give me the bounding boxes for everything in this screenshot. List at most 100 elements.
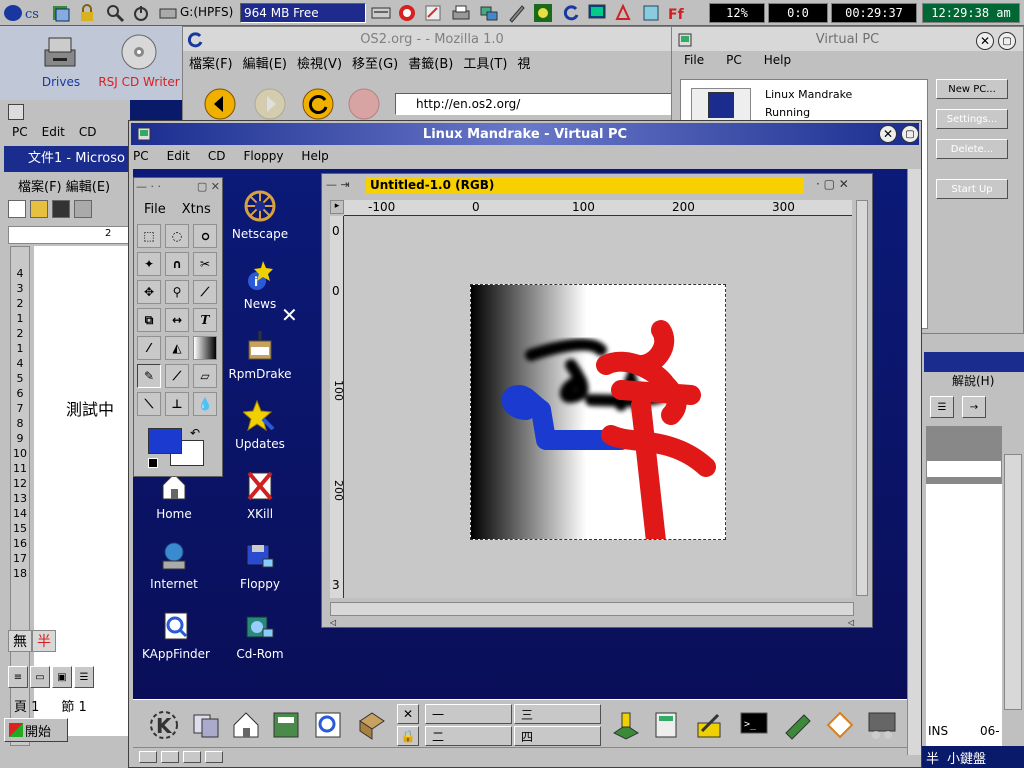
control-center-icon[interactable] <box>269 708 303 742</box>
firefox-icon[interactable]: Ff <box>666 2 688 24</box>
word-menu-edit2[interactable]: 編輯(E) <box>66 180 110 195</box>
mozilla-menu-more[interactable]: 視 <box>517 53 530 77</box>
word-menu-pc[interactable]: PC <box>12 125 28 139</box>
desktop-4[interactable]: 四 <box>514 726 601 746</box>
bezier-icon[interactable]: ∩ <box>165 252 189 276</box>
image-window-title[interactable]: Untitled-1.0 (RGB) <box>366 177 804 194</box>
reload-icon[interactable] <box>301 87 335 121</box>
scissors-icon[interactable]: ✂ <box>193 252 217 276</box>
mail-panel-icon[interactable] <box>781 708 815 742</box>
panel-lock-icon[interactable]: 🔒 <box>397 726 419 746</box>
desktop-3[interactable]: 三 <box>514 704 601 724</box>
linux-menu-edit[interactable]: Edit <box>167 149 190 163</box>
game-icon[interactable] <box>532 2 554 24</box>
mozilla-title[interactable]: OS2.org - - Mozilla 1.0 <box>183 27 681 51</box>
updates-desktop-icon[interactable]: Updates <box>225 399 295 451</box>
url-field[interactable]: http://en.os2.org/ <box>395 93 681 115</box>
mozilla-menu-view[interactable]: 檢視(V) <box>297 53 342 77</box>
vpc-manager-title[interactable]: Virtual PC <box>672 27 1023 51</box>
vpcm-menu-pc[interactable]: PC <box>726 53 742 67</box>
taskbar-button-icon[interactable] <box>205 750 223 763</box>
word-page[interactable]: 測試中 <box>34 246 130 736</box>
crop-icon[interactable]: ⟋ <box>193 280 217 304</box>
find-icon[interactable] <box>104 2 126 24</box>
browser-panel-icon[interactable] <box>823 708 857 742</box>
ellipse-select-icon[interactable]: ◌ <box>165 224 189 248</box>
acrobat-icon[interactable] <box>612 2 634 24</box>
calculator-panel-icon[interactable] <box>649 708 683 742</box>
word-doc-title[interactable]: 文件1 - Microso <box>4 146 130 172</box>
canvas-area[interactable] <box>344 216 852 598</box>
window-list-panel-icon[interactable] <box>189 708 223 742</box>
print-icon[interactable] <box>74 200 92 218</box>
rect-select-icon[interactable]: ⬚ <box>137 224 161 248</box>
forward-icon[interactable] <box>253 87 287 121</box>
linux-close-icon[interactable]: ✕ <box>879 125 897 143</box>
word-window-icon[interactable] <box>8 104 24 120</box>
vpcm-menu-file[interactable]: File <box>684 53 704 67</box>
image-window-menu-icon[interactable]: — ⇥ <box>326 178 350 191</box>
vpcm-menu-help[interactable]: Help <box>764 53 791 67</box>
eraser-icon[interactable]: ▱ <box>193 364 217 388</box>
desktop-1[interactable]: 一 <box>425 704 512 724</box>
start-up-button[interactable]: Start Up <box>936 179 1008 199</box>
desktop-2[interactable]: 二 <box>425 726 512 746</box>
network-icon[interactable] <box>478 2 500 24</box>
internet-desktop-icon[interactable]: Internet <box>139 539 209 591</box>
rpmdrake-desktop-icon[interactable]: RpmDrake <box>225 329 295 381</box>
editor-panel-icon[interactable] <box>693 708 727 742</box>
toolbox-menu-icon[interactable]: — · · <box>136 180 161 196</box>
printer-icon[interactable] <box>450 2 472 24</box>
image-horizontal-scrollbar[interactable] <box>330 602 854 616</box>
xkill-desktop-icon[interactable]: XKill <box>225 469 295 521</box>
indent-icon[interactable]: → <box>962 396 986 418</box>
mozilla-menu-tools[interactable]: 工具(T) <box>463 53 507 77</box>
panel-close-icon[interactable]: ✕ <box>397 704 419 724</box>
window-list-icon[interactable] <box>50 2 72 24</box>
right-scrollbar[interactable] <box>1004 454 1022 710</box>
move-icon[interactable]: ✥ <box>137 280 161 304</box>
ruler-corner-icon[interactable]: ▸ <box>330 200 344 214</box>
drive-label[interactable]: G:(HPFS) <box>180 5 233 19</box>
blend-icon[interactable] <box>193 336 217 360</box>
k-menu-icon[interactable]: K <box>147 708 181 742</box>
help-panel-icon[interactable] <box>311 708 345 742</box>
settings-button[interactable]: Settings... <box>936 109 1008 129</box>
flip-icon[interactable]: ↔ <box>165 308 189 332</box>
editor-icon[interactable] <box>506 2 528 24</box>
floppy-desktop-icon[interactable]: Floppy <box>225 539 295 591</box>
right-window-titlebar[interactable] <box>924 352 1024 372</box>
mozilla-menu-go[interactable]: 移至(G) <box>352 53 398 77</box>
color-picker-icon[interactable]: ⁄ <box>137 336 161 360</box>
word-menu-file[interactable]: 檔案(F) <box>18 180 62 195</box>
image-canvas[interactable] <box>470 284 726 540</box>
linux-menu-pc[interactable]: PC <box>133 149 149 163</box>
netscape-desktop-icon[interactable]: Netscape <box>225 189 295 241</box>
save-icon[interactable] <box>52 200 70 218</box>
swap-colors-icon[interactable]: ↶ <box>190 426 200 440</box>
start-button[interactable]: 開始 <box>4 718 68 742</box>
clone-icon[interactable]: ⊥ <box>165 392 189 416</box>
word-menu-edit[interactable]: Edit <box>42 125 65 139</box>
web-view-icon[interactable]: ▭ <box>30 666 50 688</box>
transform-icon[interactable]: ⧉ <box>137 308 161 332</box>
zoom-icon[interactable]: ⚲ <box>165 280 189 304</box>
close-icon[interactable]: ✕ <box>976 32 994 50</box>
info-panel-icon[interactable] <box>609 708 643 742</box>
drive-icon[interactable] <box>158 2 178 24</box>
taskbar-button-icon[interactable] <box>161 750 179 763</box>
help-menu[interactable]: 解說(H) <box>952 372 994 389</box>
pencil-icon[interactable]: ✎ <box>137 364 161 388</box>
text-icon[interactable]: T <box>193 308 217 332</box>
back-icon[interactable] <box>203 87 237 121</box>
linux-maximize-icon[interactable]: ▢ <box>901 125 919 143</box>
bucket-fill-icon[interactable]: ◭ <box>165 336 189 360</box>
linux-scrollbar[interactable] <box>907 169 921 755</box>
package-panel-icon[interactable] <box>355 708 389 742</box>
taskbar-button-icon[interactable] <box>139 750 157 763</box>
vpc-window-icon[interactable] <box>676 31 694 49</box>
airbrush-icon[interactable]: ⟍ <box>137 392 161 416</box>
fuzzy-select-icon[interactable]: ✦ <box>137 252 161 276</box>
default-colors-icon[interactable] <box>148 458 158 468</box>
normal-view-icon[interactable]: ≡ <box>8 666 28 688</box>
